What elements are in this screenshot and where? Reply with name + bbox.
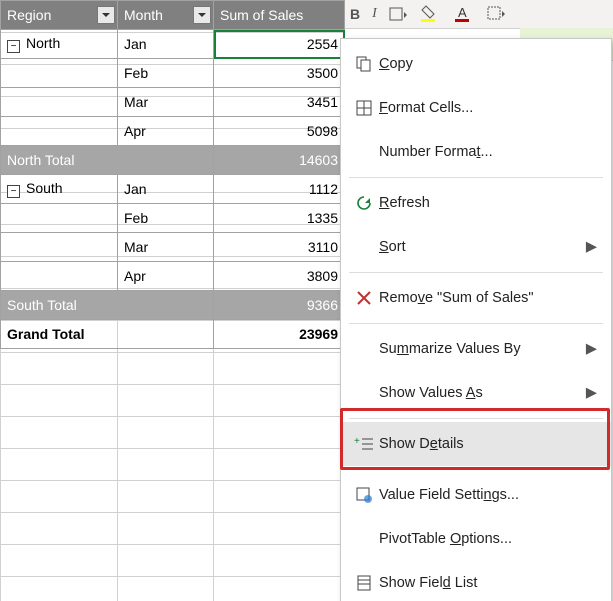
ctx-sort-label: Sort (379, 239, 583, 255)
south-apr-value[interactable]: 3809 (214, 262, 345, 291)
svg-text:A: A (458, 5, 467, 20)
ctx-value-field-settings-label: Value Field Settings... (379, 487, 597, 503)
north-mar-value[interactable]: 3451 (214, 88, 345, 117)
empty-cell[interactable] (1, 233, 118, 262)
separator (349, 177, 603, 178)
ctx-refresh-label: Refresh (379, 195, 597, 211)
pivot-table[interactable]: Region Month Sum of Sales −North Jan 255… (0, 0, 345, 349)
ctx-show-details-label: Show Details (379, 436, 597, 452)
empty-cell[interactable] (1, 117, 118, 146)
ctx-pivottable-options-label: PivotTable Options... (379, 531, 597, 547)
north-total-label[interactable]: North Total (1, 146, 214, 175)
ctx-remove[interactable]: Remove "Sum of Sales" (341, 276, 611, 320)
value-field-settings-icon (349, 486, 379, 504)
separator (349, 272, 603, 273)
north-feb-value[interactable]: 3500 (214, 59, 345, 88)
ctx-number-format-label: Number Format... (379, 144, 597, 160)
ctx-show-field-list[interactable]: Show Field List (341, 561, 611, 601)
format-toolbar-fragment: B I A (344, 0, 613, 29)
empty-cell[interactable] (1, 88, 118, 117)
south-mar-value[interactable]: 3110 (214, 233, 345, 262)
south-mar-month[interactable]: Mar (118, 233, 214, 262)
ctx-remove-label: Remove "Sum of Sales" (379, 290, 597, 306)
separator (349, 323, 603, 324)
south-total-label[interactable]: South Total (1, 291, 214, 320)
south-jan-month[interactable]: Jan (118, 175, 214, 204)
empty-cell[interactable] (1, 262, 118, 291)
ctx-show-details[interactable]: + Show Details (341, 422, 611, 466)
south-feb-value[interactable]: 1335 (214, 204, 345, 233)
italic-button[interactable]: I (372, 6, 377, 22)
border-icon[interactable] (389, 7, 407, 21)
region-south-cell[interactable]: −South (1, 175, 118, 204)
north-feb-month[interactable]: Feb (118, 59, 214, 88)
empty-cell[interactable] (1, 59, 118, 88)
grand-total-value[interactable]: 23969 (214, 320, 345, 349)
ctx-show-field-list-label: Show Field List (379, 575, 597, 591)
empty-cell[interactable] (1, 204, 118, 233)
region-filter-dropdown[interactable] (97, 6, 115, 24)
ctx-format-cells-label: Format Cells... (379, 100, 597, 116)
region-south-label: South (26, 180, 63, 196)
north-mar-month[interactable]: Mar (118, 88, 214, 117)
north-apr-value[interactable]: 5098 (214, 117, 345, 146)
header-month[interactable]: Month (118, 1, 214, 30)
ctx-format-cells[interactable]: Format Cells... (341, 86, 611, 130)
ctx-value-field-settings[interactable]: Value Field Settings... (341, 473, 611, 517)
ctx-copy-label: Copy (379, 56, 597, 72)
submenu-arrow-icon: ▶ (583, 341, 597, 357)
copy-icon (349, 55, 379, 73)
submenu-arrow-icon: ▶ (583, 239, 597, 255)
font-color-icon[interactable]: A (453, 5, 475, 23)
fill-color-icon[interactable] (419, 5, 441, 23)
ctx-copy[interactable]: Copy (341, 42, 611, 86)
format-cells-icon (349, 99, 379, 117)
more-format-icon[interactable] (487, 6, 507, 22)
show-details-icon: + (349, 436, 379, 452)
ctx-summarize-label: Summarize Values By (379, 341, 583, 357)
month-filter-dropdown[interactable] (193, 6, 211, 24)
ctx-number-format[interactable]: Number Format... (341, 130, 611, 174)
header-month-label: Month (124, 7, 163, 23)
separator (349, 469, 603, 470)
north-apr-month[interactable]: Apr (118, 117, 214, 146)
south-feb-month[interactable]: Feb (118, 204, 214, 233)
grand-total-label[interactable]: Grand Total (1, 320, 214, 349)
region-north-cell[interactable]: −North (1, 30, 118, 59)
ctx-refresh[interactable]: Refresh (341, 181, 611, 225)
separator (349, 418, 603, 419)
remove-icon (349, 289, 379, 307)
south-total-value[interactable]: 9366 (214, 291, 345, 320)
header-region[interactable]: Region (1, 1, 118, 30)
bold-button[interactable]: B (350, 6, 360, 22)
north-jan-month[interactable]: Jan (118, 30, 214, 59)
header-sum-of-sales[interactable]: Sum of Sales (214, 1, 345, 30)
region-north-label: North (26, 35, 60, 51)
ctx-pivottable-options[interactable]: PivotTable Options... (341, 517, 611, 561)
submenu-arrow-icon: ▶ (583, 385, 597, 401)
header-region-label: Region (7, 7, 51, 23)
field-list-icon (349, 574, 379, 592)
header-sum-label: Sum of Sales (220, 7, 303, 23)
svg-text:+: + (354, 436, 360, 447)
refresh-icon (349, 194, 379, 212)
ctx-show-values-as[interactable]: Show Values As ▶ (341, 371, 611, 415)
collapse-north-icon[interactable]: − (7, 40, 20, 53)
north-jan-value[interactable]: 2554 (214, 30, 345, 59)
south-apr-month[interactable]: Apr (118, 262, 214, 291)
south-jan-value[interactable]: 1112 (214, 175, 345, 204)
north-total-value[interactable]: 14603 (214, 146, 345, 175)
collapse-south-icon[interactable]: − (7, 185, 20, 198)
context-menu: Copy Format Cells... Number Format... Re… (340, 38, 612, 601)
ctx-show-values-as-label: Show Values As (379, 385, 583, 401)
ctx-sort[interactable]: Sort ▶ (341, 225, 611, 269)
ctx-summarize[interactable]: Summarize Values By ▶ (341, 327, 611, 371)
